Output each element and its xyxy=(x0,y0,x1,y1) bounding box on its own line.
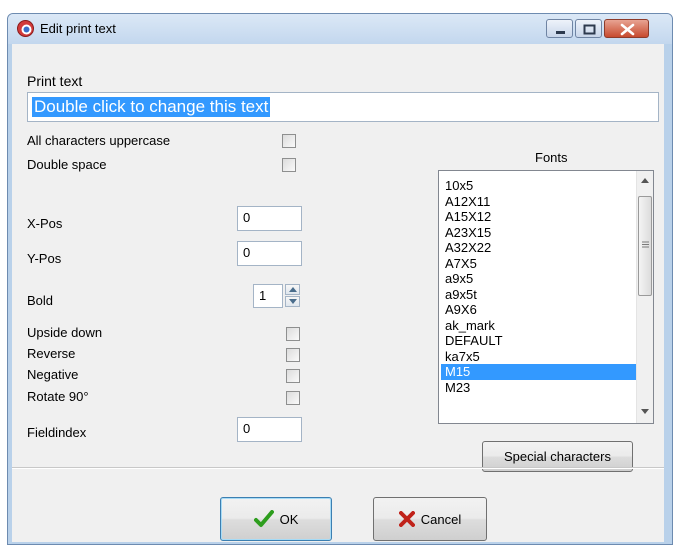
app-icon xyxy=(17,20,34,37)
print-text-value: Double click to change this text xyxy=(32,97,271,117)
font-item[interactable]: M15 xyxy=(441,364,641,380)
special-characters-label: Special characters xyxy=(504,449,611,464)
double-space-label: Double space xyxy=(27,157,107,172)
font-item[interactable]: A23X15 xyxy=(441,225,641,241)
checkmark-icon xyxy=(253,510,274,528)
font-item[interactable]: ka7x5 xyxy=(441,349,641,365)
fieldindex-input[interactable]: 0 xyxy=(237,417,302,442)
xpos-label: X-Pos xyxy=(27,216,63,231)
ypos-label: Y-Pos xyxy=(27,251,62,266)
xpos-input[interactable]: 0 xyxy=(237,206,302,231)
double-space-checkbox[interactable] xyxy=(282,158,296,172)
uppercase-label: All characters uppercase xyxy=(27,133,171,148)
dialog-window: Edit print text Print text Double click … xyxy=(7,13,673,545)
font-item[interactable]: M23 xyxy=(441,380,641,396)
font-item[interactable]: a9x5t xyxy=(441,287,641,303)
close-button[interactable] xyxy=(604,19,649,38)
negative-label: Negative xyxy=(27,367,79,382)
ok-button[interactable]: OK xyxy=(220,497,332,541)
font-item[interactable]: A32X22 xyxy=(441,240,641,256)
scroll-up-button[interactable] xyxy=(637,173,653,190)
font-item[interactable]: ak_mark xyxy=(441,318,641,334)
fonts-label: Fonts xyxy=(535,150,568,165)
fieldindex-label: Fieldindex xyxy=(27,425,87,440)
fonts-scrollbar[interactable] xyxy=(636,171,653,423)
font-item[interactable]: a9x5 xyxy=(441,271,641,287)
scroll-thumb[interactable] xyxy=(638,196,652,296)
scroll-down-button[interactable] xyxy=(637,404,653,421)
maximize-button[interactable] xyxy=(575,19,602,38)
negative-checkbox[interactable] xyxy=(286,369,300,383)
ok-label: OK xyxy=(279,511,299,527)
bold-spin-up[interactable] xyxy=(285,284,300,295)
reverse-label: Reverse xyxy=(27,346,76,361)
footer-divider xyxy=(12,467,664,469)
reverse-checkbox[interactable] xyxy=(286,348,300,362)
font-item[interactable]: A7X5 xyxy=(441,256,641,272)
minimize-button[interactable] xyxy=(546,19,573,38)
bold-input[interactable]: 1 xyxy=(253,284,283,308)
cancel-x-icon xyxy=(398,511,415,527)
font-item[interactable]: DEFAULT xyxy=(441,333,641,349)
font-item[interactable]: A15X12 xyxy=(441,209,641,225)
upside-down-label: Upside down xyxy=(27,325,103,340)
font-item[interactable]: 10x5 xyxy=(441,178,641,194)
fonts-items: 10x5 A12X11 A15X12 A23X15 A32X22 A7X5 a9x5 a9x5… xyxy=(441,178,641,395)
bold-spin-down[interactable] xyxy=(285,296,300,307)
dialog-client-area: Print text Double click to change this t… xyxy=(12,44,664,542)
font-item[interactable]: A12X11 xyxy=(441,194,641,210)
cancel-button[interactable]: Cancel xyxy=(373,497,487,541)
print-text-input[interactable]: Double click to change this text xyxy=(27,92,659,122)
bold-label: Bold xyxy=(27,293,54,308)
rotate-label: Rotate 90° xyxy=(27,389,89,404)
ypos-input[interactable]: 0 xyxy=(237,241,302,266)
print-text-label: Print text xyxy=(27,73,83,89)
rotate-checkbox[interactable] xyxy=(286,391,300,405)
font-item[interactable]: A9X6 xyxy=(441,302,641,318)
uppercase-checkbox[interactable] xyxy=(282,134,296,148)
title-bar[interactable]: Edit print text xyxy=(8,14,672,44)
upside-down-checkbox[interactable] xyxy=(286,327,300,341)
fonts-listbox[interactable]: 10x5 A12X11 A15X12 A23X15 A32X22 A7X5 a9x5 a9x5… xyxy=(438,170,654,424)
window-title: Edit print text xyxy=(40,21,116,36)
cancel-label: Cancel xyxy=(420,511,462,527)
